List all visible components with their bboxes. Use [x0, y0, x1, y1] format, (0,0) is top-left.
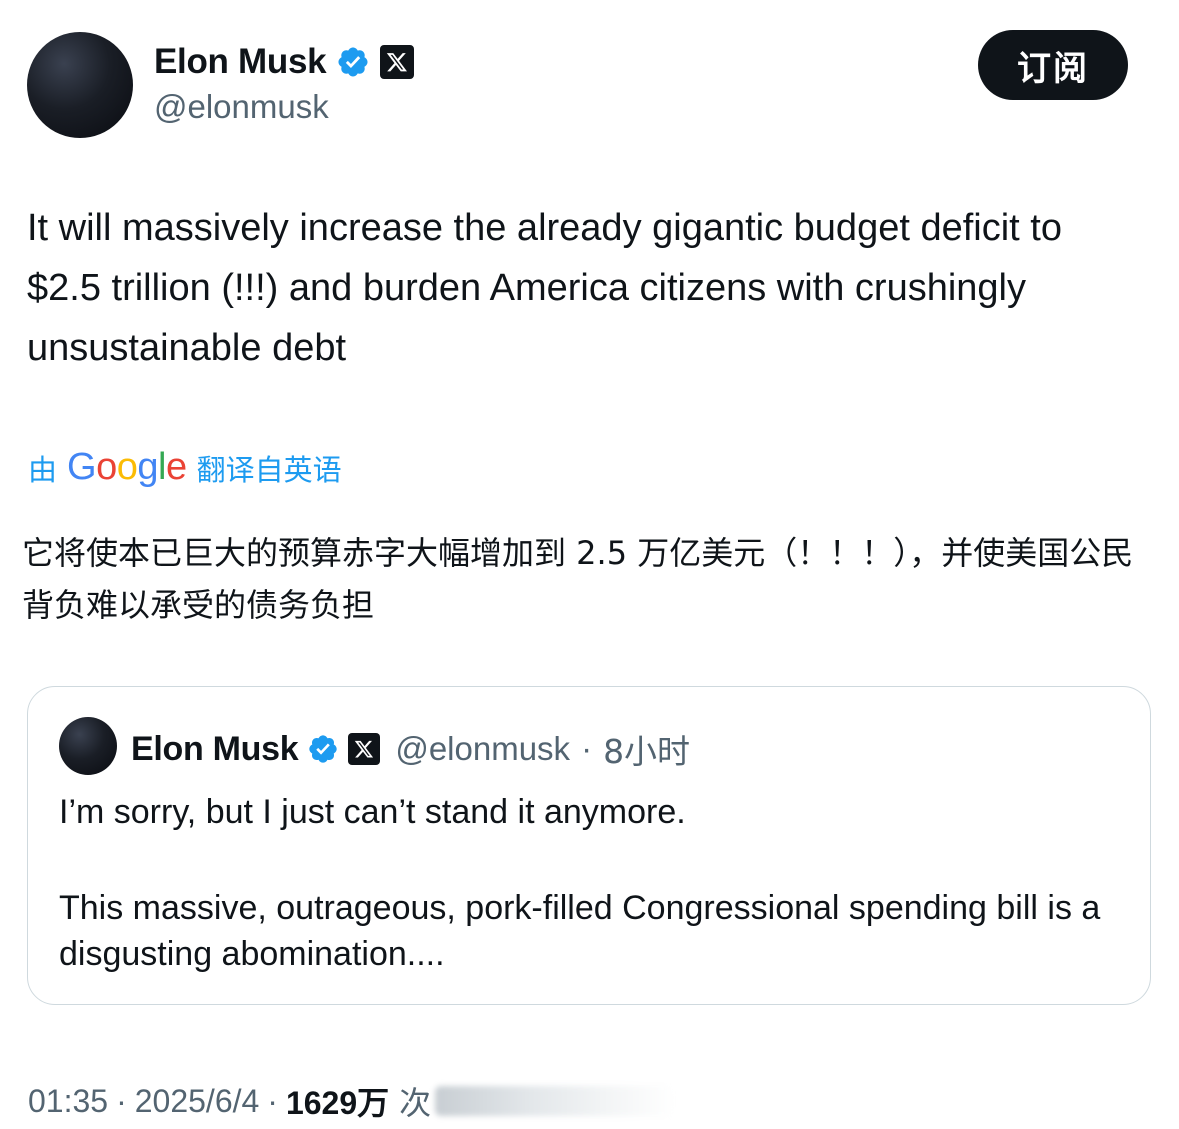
quote-avatar[interactable]	[59, 717, 117, 775]
quote-author-name: Elon Musk	[131, 729, 299, 768]
quote-time: 8小时	[603, 732, 691, 771]
avatar[interactable]	[27, 32, 133, 138]
author-name-row: Elon Musk	[154, 42, 415, 82]
tweet-meta: 01:35 · 2025/6/4 · 1629万 次	[28, 1078, 676, 1124]
post-time[interactable]: 01:35	[28, 1083, 108, 1120]
verified-badge-icon	[338, 47, 368, 77]
verified-badge-icon	[309, 735, 337, 763]
subscribe-button[interactable]: 订阅	[978, 30, 1128, 100]
post-date[interactable]: 2025/6/4	[135, 1083, 260, 1120]
translated-from-label: 翻译自英语	[196, 452, 342, 487]
quote-tweet-card[interactable]: Elon Musk @elonmusk · 8小时 I’m sorry, but…	[27, 686, 1151, 1005]
view-count-label: 次	[399, 1084, 432, 1122]
author-name[interactable]: Elon Musk	[154, 42, 327, 82]
meta-separator: ·	[267, 1082, 278, 1119]
x-logo-icon	[348, 733, 381, 765]
x-logo-icon	[380, 45, 415, 79]
quote-text-line1: I’m sorry, but I just can’t stand it any…	[59, 793, 686, 831]
tweet-detail: Elon Musk @elonmusk 订阅 It will massively…	[0, 0, 1179, 1129]
quote-header: Elon Musk @elonmusk · 8小时	[131, 725, 690, 773]
translated-text: 它将使本已巨大的预算赤字大幅增加到 2.5 万亿美元（！！！），并使美国公民背负…	[22, 534, 1134, 624]
blurred-overlay	[435, 1086, 676, 1116]
quote-separator: ·	[581, 730, 593, 767]
quote-text-line2: This massive, outrageous, pork-filled Co…	[59, 889, 1101, 973]
translation-attribution[interactable]: 由 Google 翻译自英语	[28, 446, 342, 489]
meta-separator: ·	[116, 1082, 127, 1119]
google-logo: Google	[67, 446, 187, 488]
author-handle[interactable]: @elonmusk	[154, 88, 329, 126]
tweet-text: It will massively increase the already g…	[27, 207, 1062, 369]
quote-author-handle: @elonmusk	[395, 730, 571, 767]
translated-by-label: 由	[28, 452, 58, 487]
view-count: 1629万	[285, 1085, 390, 1121]
